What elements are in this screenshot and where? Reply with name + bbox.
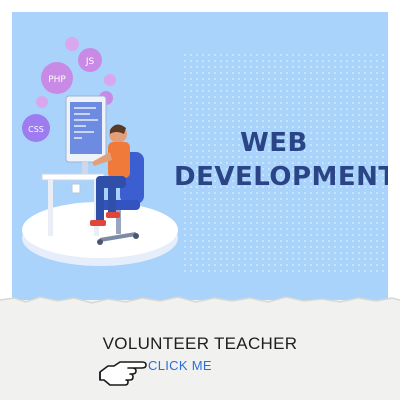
- banner-title-line-2: DEVELOPMENT: [174, 162, 388, 192]
- web-development-banner[interactable]: PHP JS CSS WEB DEVELOPMENT: [12, 12, 388, 302]
- promo-card: PHP JS CSS WEB DEVELOPMENT VOLUNTEER TEA…: [0, 0, 400, 400]
- banner-title: WEB DEVELOPMENT: [174, 126, 388, 194]
- click-me-link[interactable]: CLICK ME: [148, 358, 212, 373]
- banner-title-line-1: WEB: [240, 128, 308, 158]
- bubble-php: PHP: [48, 75, 66, 85]
- bubble-js: JS: [85, 57, 95, 67]
- bubble-css: CSS: [28, 125, 44, 134]
- volunteer-teacher-heading: VOLUNTEER TEACHER: [102, 334, 298, 353]
- torn-paper-edge: [0, 296, 400, 314]
- pointing-hand-icon: [99, 361, 147, 386]
